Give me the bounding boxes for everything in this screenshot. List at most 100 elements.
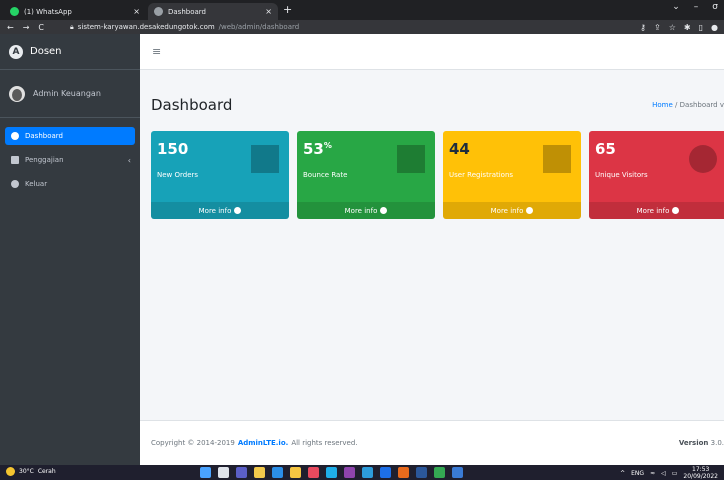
restore-button[interactable]: σ (712, 2, 718, 12)
close-icon[interactable]: × (133, 7, 140, 16)
logout-icon (11, 180, 19, 188)
close-icon[interactable]: × (265, 7, 272, 16)
sidepanel-icon[interactable]: ▯ (699, 23, 703, 32)
user-name: Admin Keuangan (33, 89, 101, 98)
language-indicator[interactable]: ENG (631, 470, 644, 477)
rights-text: All rights reserved. (291, 439, 358, 447)
hamburger-menu-icon[interactable]: ≡ (152, 45, 161, 58)
user-panel[interactable]: Admin Keuangan (0, 70, 140, 118)
small-box-user-registrations: 44 User Registrations More info (443, 131, 581, 219)
main-footer: Copyright © 2014-2019 AdminLTE.io. All r… (140, 420, 724, 465)
brand-logo-icon: A (9, 44, 23, 59)
chrome-icon[interactable] (254, 467, 265, 478)
globe-icon (154, 7, 163, 16)
person-add-icon (543, 145, 571, 173)
arrow-circle-right-icon (526, 207, 534, 214)
file-explorer-icon[interactable] (290, 467, 301, 478)
profile-icon[interactable]: ● (711, 23, 718, 32)
more-info-link[interactable]: More info (151, 202, 289, 219)
arrow-circle-right-icon (672, 207, 680, 214)
document-icon (11, 156, 19, 164)
star-icon[interactable]: ☆ (669, 23, 676, 32)
tab-whatsapp[interactable]: (1) WhatsApp × (4, 3, 146, 20)
tab-dashboard[interactable]: Dashboard × (148, 3, 278, 20)
top-navbar: ≡ (140, 34, 724, 70)
more-info-link[interactable]: More info (443, 202, 581, 219)
more-info-link[interactable]: More info (589, 202, 724, 219)
address-bar-row: ← → C 🔒︎ sistem-karyawan.desakedungotok.… (0, 20, 724, 34)
url-field[interactable]: 🔒︎ sistem-karyawan.desakedungotok.com/we… (70, 23, 299, 32)
breadcrumb-home-link[interactable]: Home (652, 101, 673, 109)
sidebar-item-label: Penggajian (25, 156, 64, 164)
sidebar: A Dosen Admin Keuangan Dashboard Penggaj… (0, 34, 140, 465)
window-controls: ⌄ – σ (672, 2, 718, 12)
key-icon[interactable]: ⚷ (640, 23, 646, 32)
app-icon[interactable] (452, 467, 463, 478)
volume-icon[interactable]: ◁ (661, 470, 666, 477)
edge-icon[interactable] (326, 467, 337, 478)
brand-link[interactable]: A Dosen (0, 34, 140, 70)
sidebar-item-label: Keluar (25, 180, 48, 188)
page-title: Dashboard (151, 96, 233, 114)
chrome-icon[interactable] (434, 467, 445, 478)
brand-text: Dosen (30, 46, 62, 57)
box-label: New Orders (157, 171, 199, 179)
mail-icon[interactable] (380, 467, 391, 478)
weather-desc: Cerah (37, 468, 56, 475)
breadcrumb-separator: / (675, 101, 678, 109)
weather-widget[interactable]: 30°C Cerah (6, 467, 56, 476)
clock[interactable]: 17:53 20/09/2022 (683, 466, 718, 480)
chevron-up-icon[interactable]: ^ (620, 470, 625, 477)
new-tab-button[interactable]: + (283, 3, 292, 16)
system-tray: ^ ENG ≈ ◁ ▭ 17:53 20/09/2022 (620, 466, 718, 480)
chevron-left-icon: ‹ (127, 155, 131, 165)
sidebar-item-penggajian[interactable]: Penggajian ‹ (5, 151, 135, 169)
url-host: sistem-karyawan.desakedungotok.com (77, 23, 215, 31)
weather-temp: 30°C (19, 468, 34, 475)
xampp-icon[interactable] (398, 467, 409, 478)
wifi-icon[interactable]: ≈ (650, 470, 655, 477)
taskbar-apps (200, 467, 463, 478)
box-value: 150 (157, 140, 189, 158)
search-icon[interactable] (218, 467, 229, 478)
forward-button[interactable]: → (23, 23, 30, 32)
extensions-icon[interactable]: ✱ (684, 23, 691, 32)
share-icon[interactable]: ⇪ (654, 23, 661, 32)
sidebar-menu: Dashboard Penggajian ‹ Keluar (0, 118, 140, 193)
box-value: 44 (449, 140, 470, 158)
avatar (9, 85, 25, 102)
copyright-text: Copyright © 2014-2019 (151, 439, 235, 447)
tab-search-icon[interactable]: ⌄ (672, 2, 680, 12)
windows-taskbar: 30°C Cerah ^ ENG ≈ ◁ ▭ 17:53 20/09/2022 (0, 465, 724, 480)
clock-time: 17:53 (692, 466, 710, 473)
small-box-bounce-rate: 53% Bounce Rate More info (297, 131, 435, 219)
store-icon[interactable] (362, 467, 373, 478)
windows-start-icon[interactable] (200, 467, 211, 478)
adminlte-link[interactable]: AdminLTE.io. (238, 439, 289, 447)
dashboard-icon (11, 132, 19, 140)
shopping-bag-icon (251, 145, 279, 173)
more-info-link[interactable]: More info (297, 202, 435, 219)
nav-buttons: ← → C (0, 23, 70, 32)
app-icon[interactable] (308, 467, 319, 478)
app-icon[interactable] (344, 467, 355, 478)
url-path: /web/admin/dashboard (218, 23, 300, 31)
sidebar-item-keluar[interactable]: Keluar (5, 175, 135, 193)
back-button[interactable]: ← (7, 23, 14, 32)
word-icon[interactable] (416, 467, 427, 478)
arrow-circle-right-icon (380, 207, 388, 214)
browser-tab-bar: (1) WhatsApp × Dashboard × + ⌄ – σ (0, 0, 724, 20)
browser-toolbar: ⚷ ⇪ ☆ ✱ ▯ ● (640, 23, 724, 32)
vscode-icon[interactable] (272, 467, 283, 478)
battery-icon[interactable]: ▭ (672, 470, 678, 477)
box-label: Unique Visitors (595, 171, 648, 179)
sidebar-item-label: Dashboard (25, 132, 63, 140)
box-value: 53% (303, 140, 332, 158)
breadcrumb-current: Dashboard v (679, 101, 724, 109)
chat-icon[interactable] (236, 467, 247, 478)
box-label: Bounce Rate (303, 171, 348, 179)
clock-date: 20/09/2022 (683, 473, 718, 480)
minimize-button[interactable]: – (694, 2, 699, 12)
sidebar-item-dashboard[interactable]: Dashboard (5, 127, 135, 145)
reload-button[interactable]: C (38, 23, 44, 32)
